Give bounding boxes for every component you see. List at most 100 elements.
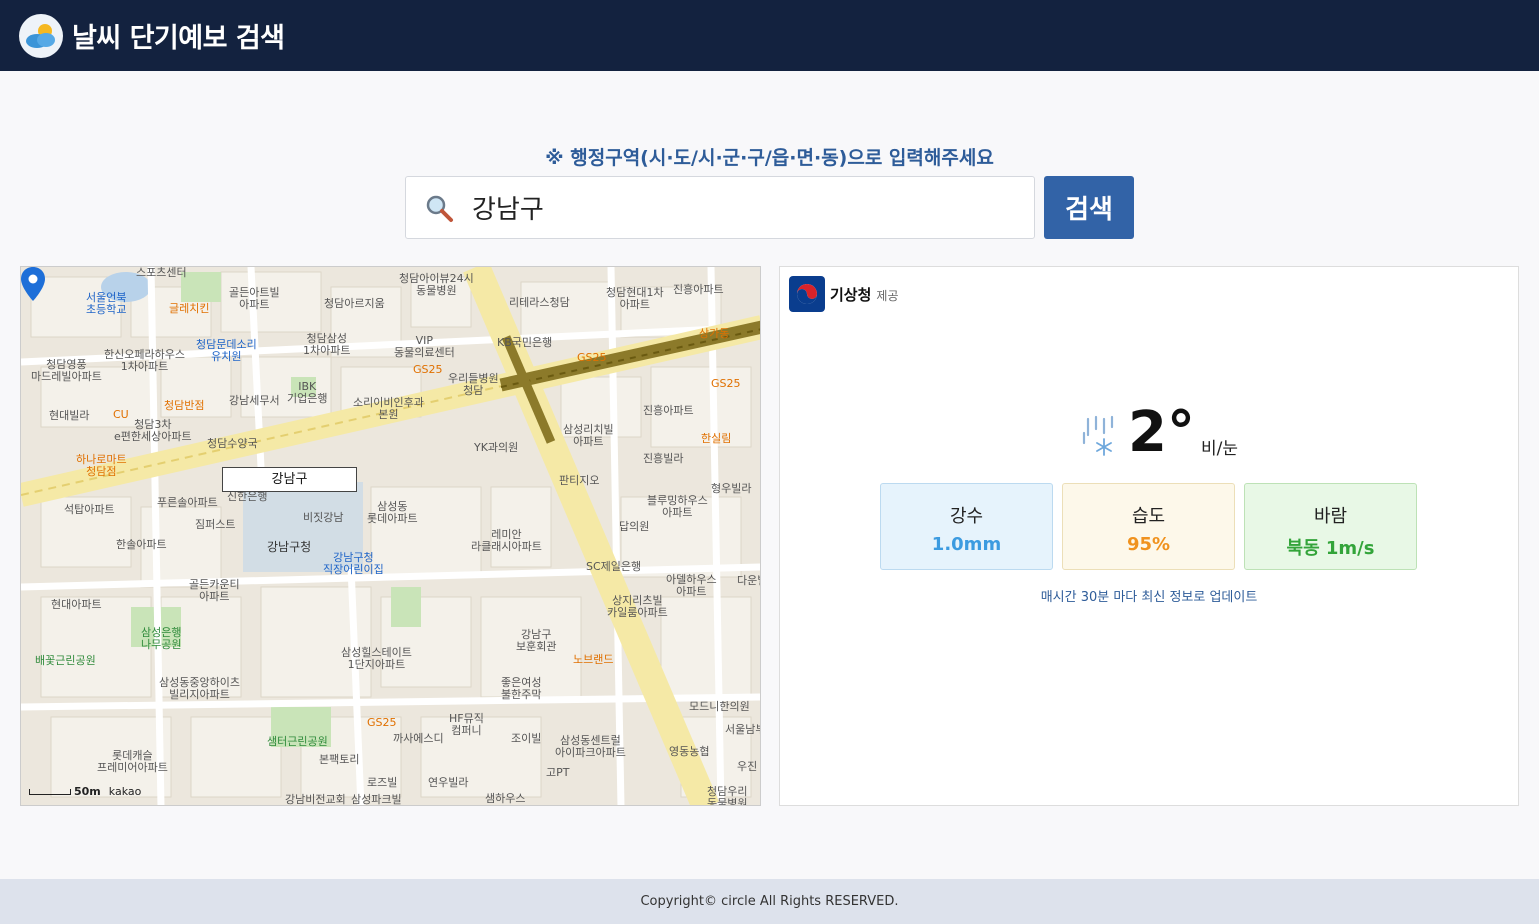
precipitation-card: 강수 1.0mm (880, 483, 1053, 570)
map-label: 삼성동중앙하이츠 빌리지아파트 (159, 676, 240, 701)
map-label: 청담영풍 마드레빌아파트 (31, 358, 102, 383)
map-label: 짐퍼스트 (195, 518, 236, 531)
map-label: SC제일은행 (586, 560, 642, 573)
humidity-card: 습도 95% (1062, 483, 1235, 570)
provider: 기상청 제공 (789, 276, 899, 312)
search-icon (426, 195, 453, 222)
map-label: 샘하우스 (485, 792, 526, 805)
map-label: 신한은행 (227, 490, 268, 503)
card-title: 강수 (949, 506, 984, 527)
map-label: GS25 (577, 351, 607, 364)
map-label: 청담문데소리 유치원 (196, 338, 257, 363)
map-label: 진흥아파트 (643, 404, 694, 417)
map-label: 글레치킨 (169, 302, 210, 315)
map-label: 강남구청 (267, 540, 312, 554)
weather-logo-icon[interactable] (19, 13, 63, 58)
map-label: 진흥빌라 (643, 452, 684, 465)
update-note: 매시간 30분 마다 최신 정보로 업데이트 (1040, 590, 1258, 605)
map-label: 삼성리치빌 아파트 (563, 423, 614, 448)
map-label: 현대빌라 (49, 409, 90, 422)
map-label: GS25 (711, 377, 741, 390)
wind-card: 바람 북동 1m/s (1244, 483, 1417, 570)
map-label: 모드니한의원 (689, 700, 750, 713)
map-label: 골든아트빌 아파트 (229, 286, 280, 311)
map-label: 골든카운티 아파트 (189, 578, 240, 603)
map-label: 영동농협 (669, 745, 710, 758)
weather-panel: 기상청 제공 2° 비/눈 강수 1.0mm 습도 95% 바람 북동 1m/s… (779, 266, 1519, 806)
map-label: 청담삼성 1차아파트 (303, 332, 351, 357)
map-label: 삼성동 롯데아파트 (367, 500, 418, 525)
app-header: 날씨 단기예보 검색 (0, 0, 1539, 71)
map-label: 청담아르지움 (324, 297, 385, 310)
map-label: 판티지오 (559, 474, 600, 487)
map-label: 한솔아파트 (116, 538, 167, 551)
map-label: 청담아이뷰24시 동물병원 (399, 272, 474, 297)
map-label: 답의원 (619, 520, 650, 533)
map-label: KB국민은행 (497, 336, 553, 349)
map-label: 청담수양국 (207, 437, 258, 450)
map-label: 서울남부 (725, 723, 760, 736)
search-button[interactable]: 검색 (1044, 176, 1134, 239)
map-pin-icon[interactable] (21, 267, 45, 301)
map-label: 삼성힐스테이트 1단지아파트 (341, 646, 412, 671)
map-label: 비짓강남 (303, 511, 344, 524)
map-label: 청담3차 e편한세상아파트 (114, 418, 192, 443)
map-label: 고PT (546, 766, 570, 779)
rain-snow-icon (1082, 415, 1114, 456)
map-label: 상지리츠빌 카일룸아파트 (607, 594, 668, 619)
map-label: 배꽃근린공원 (35, 654, 96, 667)
temperature: 2° (1128, 400, 1195, 465)
current-weather: 2° 비/눈 (1080, 403, 1238, 463)
map-label: 한실림 (701, 432, 732, 445)
map-label: 상가동 (699, 327, 730, 340)
map-label: 롯데캐슬 프레미어아파트 (97, 749, 168, 774)
card-title: 바람 (1313, 506, 1348, 527)
map-view[interactable]: 스포츠센터 서울언북 초등학교 골든아트빌 아파트 청담아이뷰24시 동물병원 리테라… (20, 266, 761, 806)
map-label: 블루밍하우스 아파트 (647, 494, 708, 519)
provider-name: 기상청 (830, 285, 872, 304)
weather-condition: 비/눈 (1200, 439, 1238, 459)
card-value: 1.0mm (931, 534, 1002, 555)
provider-suffix: 제공 (876, 288, 899, 303)
map-label: 푸른솔아파트 (157, 496, 218, 509)
map-label: 서울언북 초등학교 (86, 291, 127, 316)
map-brand[interactable]: kakao (109, 785, 142, 798)
map-label: 청담우리 동물병원 (707, 785, 748, 806)
map-label: 강남구 보훈회관 (516, 628, 557, 653)
map-label: 좋은여성 불한주막 (501, 676, 542, 701)
map-label: 우진 (737, 760, 758, 773)
map-label: 청담현대1차 아파트 (606, 286, 664, 311)
map-label: 형우빌라 (711, 482, 752, 495)
map-label: 우리들병원 청담 (448, 372, 499, 397)
map-label: 로즈빌 (367, 776, 398, 789)
map-label: VIP 동물의료센터 (394, 334, 455, 359)
map-label: 강남비전교회 (285, 793, 346, 806)
map-label: 강남세무서 (229, 394, 280, 407)
map-label: 강남구청 직장어린이집 (323, 551, 384, 576)
map-label: 진흥아파트 (673, 283, 724, 296)
kma-logo-icon (789, 276, 825, 312)
card-value: 북동 1m/s (1286, 538, 1375, 559)
search-input[interactable] (472, 192, 1012, 223)
map-label: GS25 (367, 716, 397, 729)
map-label: 스포츠센터 (136, 266, 187, 279)
map-label: 소리이비인후과 본원 (353, 396, 424, 421)
map-label: 연우빌라 (428, 776, 469, 789)
map-label: 레미안 라클래시아파트 (471, 528, 542, 553)
map-label: 하나로마트 청담점 (76, 453, 127, 478)
map-label: IBK 기업은행 (287, 380, 328, 405)
map-label: 리테라스청담 (509, 296, 570, 309)
map-marker-label[interactable]: 강남구 (222, 467, 357, 492)
map-label: 청담반점 (164, 399, 205, 412)
map-label: 다운빌 (737, 574, 760, 587)
map-label: 석탑아파트 (64, 503, 115, 516)
map-label: 아델하우스 아파트 (666, 573, 717, 598)
map-label: 삼성동센트럴 아이파크아파트 (555, 734, 626, 759)
map-label: 노브랜드 (573, 653, 614, 666)
search-box[interactable] (405, 176, 1035, 239)
map-label: 삼성은행 나무공원 (141, 626, 182, 651)
app-title[interactable]: 날씨 단기예보 검색 (72, 16, 285, 55)
card-title: 습도 (1131, 506, 1166, 527)
map-scale: 50m kakao (29, 785, 141, 798)
card-value: 95% (1126, 534, 1171, 555)
